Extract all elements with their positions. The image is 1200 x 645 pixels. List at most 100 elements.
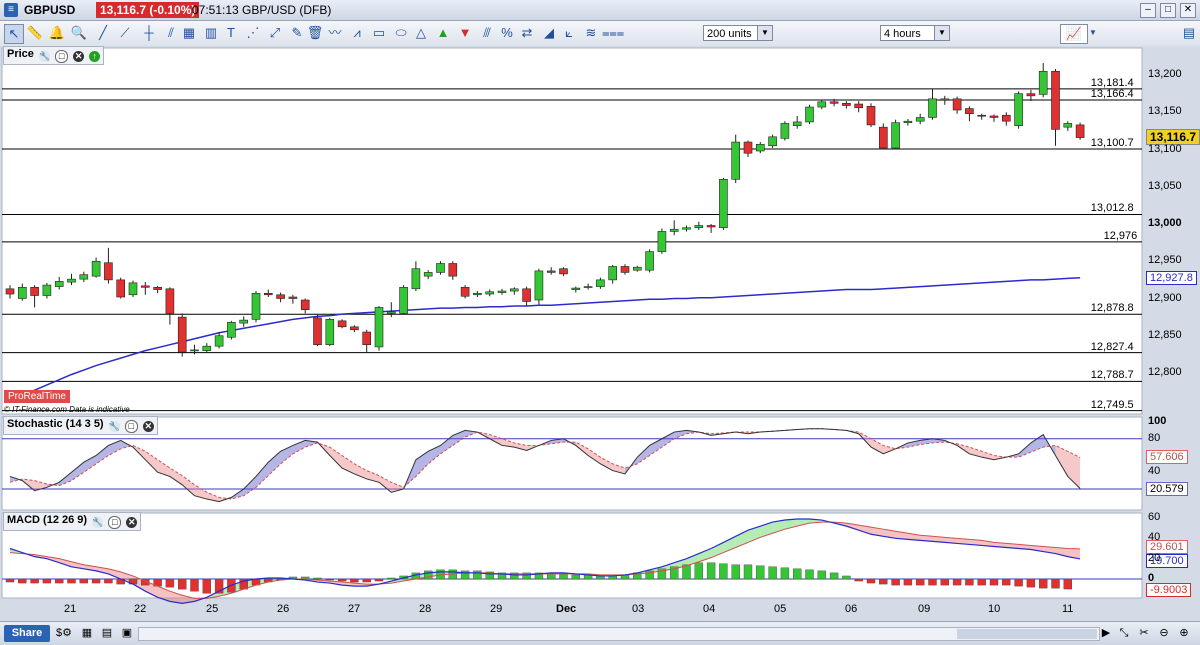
stoch-signal-badge: 57.606 [1146, 450, 1188, 464]
candle-body [202, 345, 212, 351]
scrollbar-thumb[interactable] [957, 629, 1097, 639]
pointer-icon[interactable]: ↖ [4, 24, 24, 44]
candle-body [485, 291, 495, 295]
candle-body [79, 274, 89, 280]
alert-bell-icon[interactable]: 🔔 [48, 24, 66, 42]
macd-histogram-bar [989, 578, 999, 586]
time-axis-label: 04 [703, 603, 716, 615]
candle-body [780, 123, 790, 139]
price-axis-label: 13,150 [1148, 105, 1182, 118]
wrench-icon[interactable]: 🔧 [108, 421, 120, 432]
fibonacci-icon[interactable]: ▦ [180, 24, 198, 42]
arc-tool-icon[interactable]: ◢ [540, 24, 558, 42]
maximize-button[interactable]: □ [1160, 3, 1176, 18]
candle-body [682, 227, 691, 230]
macd-histogram-bar [1063, 578, 1073, 590]
horizontal-scrollbar[interactable] [138, 627, 1100, 641]
maximize-panel-icon[interactable]: □ [55, 50, 69, 63]
maximize-panel-icon[interactable]: □ [124, 420, 138, 433]
indicators-icon[interactable]: ▦ [80, 625, 94, 642]
price-axis-label: 13,000 [1148, 217, 1182, 229]
candle-body [817, 101, 827, 108]
candle-body [903, 120, 913, 123]
line-tool-icon[interactable]: ╱ [94, 24, 112, 42]
calendar-icon[interactable]: ▤ [100, 625, 114, 642]
wave-tool-icon[interactable]: 〰 [326, 24, 344, 42]
macd-histogram-bar [866, 578, 876, 584]
price-axis-label: 12,900 [1148, 291, 1182, 304]
macd-histogram-bar [756, 565, 765, 580]
pitchfork-icon[interactable]: ⋰ [244, 24, 262, 42]
ray-tool-icon[interactable]: ⟋ [116, 24, 134, 42]
zoom-in-icon[interactable]: ⊕ [1176, 625, 1192, 642]
triangle-tool-icon[interactable]: △ [412, 24, 430, 42]
layout-icon[interactable]: ▣ [120, 625, 134, 642]
dollar-settings-icon[interactable]: $⚙ [56, 625, 72, 642]
panel-menu-icon[interactable]: ▤ [1180, 24, 1198, 42]
minimize-button[interactable]: – [1140, 3, 1156, 18]
candle-body [30, 287, 39, 296]
time-axis-label: 29 [490, 603, 503, 615]
chevron-down-icon[interactable]: ▼ [1088, 24, 1098, 42]
candle-body [632, 266, 642, 271]
paint-icon[interactable]: ✎ [288, 24, 306, 42]
chart-canvas[interactable] [0, 46, 1200, 621]
macd-histogram-bar [719, 563, 728, 580]
arrow-down-icon[interactable]: ▼ [456, 24, 474, 42]
macd-histogram-bar [350, 578, 359, 583]
close-panel-icon[interactable]: ✕ [73, 51, 85, 62]
chart-style-icon[interactable]: 📈 [1060, 24, 1088, 44]
close-button[interactable]: ✕ [1180, 3, 1196, 18]
candle-body [190, 349, 199, 352]
ellipse-tool-icon[interactable]: ⬭ [392, 24, 410, 42]
macd-axis-label: 60 [1148, 511, 1161, 523]
scroll-right-icon[interactable]: ▶ [1100, 625, 1112, 642]
maximize-panel-icon[interactable]: □ [108, 516, 122, 529]
measure-icon[interactable]: ✂ [1136, 625, 1152, 642]
candle-body [300, 299, 310, 310]
cycle-tool-icon[interactable]: ⫻ [478, 24, 496, 42]
arrow-up-icon[interactable]: ▲ [434, 24, 452, 42]
horizontal-line-icon[interactable]: ┼ [140, 24, 158, 42]
macd-histogram-bar [731, 564, 740, 580]
close-panel-icon[interactable]: ✕ [126, 517, 138, 528]
rectangle-tool-icon[interactable]: ▭ [370, 24, 388, 42]
wrench-icon[interactable]: 🔧 [92, 517, 103, 528]
pattern-tool-icon[interactable]: ⩘ [348, 24, 366, 42]
grid-tool-icon[interactable]: ▥ [202, 24, 220, 42]
percent-tool-icon[interactable]: % [498, 24, 516, 42]
stoch-axis-label: 40 [1148, 465, 1161, 478]
gann-tool-icon[interactable]: ⟀ [560, 24, 578, 42]
macd-histogram-bar [829, 572, 839, 580]
channel-icon[interactable]: ⫽ [162, 24, 180, 42]
ruler-icon[interactable]: 📏 [26, 24, 44, 42]
title-bar: ≡ GBPUSD 13,116.7 (-0.10%) 07:51:13 GBP/… [0, 0, 1200, 21]
text-tool-icon[interactable]: T [222, 24, 240, 42]
candle-body [657, 231, 667, 252]
zoom-out-icon[interactable]: ⊖ [1156, 625, 1172, 642]
candle-body [854, 103, 864, 109]
zoom-icon[interactable]: 🔍 [70, 24, 88, 42]
units-select[interactable]: 200 units ▼ [703, 25, 773, 41]
fan-tool-icon[interactable]: ≋ [582, 24, 600, 42]
stochastic-panel [1, 416, 1143, 511]
trend-icon[interactable]: ⤢ [266, 24, 284, 42]
move-panel-icon[interactable]: ↑ [89, 51, 101, 62]
macd-histogram-bar [30, 578, 39, 584]
trash-icon[interactable]: 🗑 [306, 24, 324, 42]
prorealtime-logo: ProRealTime [4, 390, 70, 403]
candle-body [325, 319, 335, 345]
timeframe-select[interactable]: 4 hours ▼ [880, 25, 950, 41]
time-axis-label: 11 [1062, 603, 1074, 615]
candle-body [1001, 114, 1011, 122]
share-button[interactable]: Share [4, 625, 50, 642]
close-panel-icon[interactable]: ✕ [142, 421, 154, 432]
candle-body [177, 316, 187, 353]
regression-tool-icon[interactable]: ⩶ [602, 24, 624, 42]
share-label: Share [11, 627, 43, 639]
candle-body [436, 263, 445, 273]
macd-histogram-bar [5, 578, 15, 583]
wrench-icon[interactable]: 🔧 [38, 51, 50, 62]
pan-icon[interactable]: ⤡ [1116, 625, 1132, 642]
measure-tool-icon[interactable]: ⇄ [518, 24, 536, 42]
